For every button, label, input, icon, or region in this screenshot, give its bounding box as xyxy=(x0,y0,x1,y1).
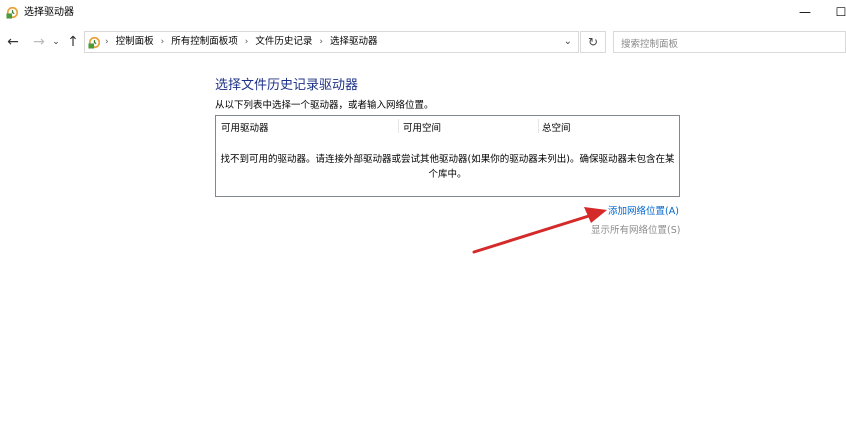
column-header-total-space[interactable]: 总空间 xyxy=(542,120,571,134)
refresh-button[interactable]: ↻ xyxy=(580,31,606,53)
red-arrow-annotation xyxy=(472,207,607,254)
breadcrumb-all-items[interactable]: 所有控制面板项 xyxy=(171,36,238,47)
search-box[interactable] xyxy=(613,31,846,54)
chevron-down-icon[interactable]: ⌄ xyxy=(564,32,572,52)
page-title: 选择文件历史记录驱动器 xyxy=(215,78,359,93)
address-bar[interactable]: › 控制面板 › 所有控制面板项 › 文件历史记录 › 选择驱动器 ⌄ xyxy=(84,31,579,53)
search-input[interactable] xyxy=(621,35,821,54)
minimize-button[interactable]: — xyxy=(790,0,820,26)
recent-locations-button[interactable]: ⌄ xyxy=(50,32,62,52)
breadcrumb-select-drive[interactable]: 选择驱动器 xyxy=(330,36,378,47)
breadcrumb-separator-icon: › xyxy=(319,37,323,47)
empty-message-line: 找不到可用的驱动器。请连接外部驱动器或尝试其他驱动器(如果你的驱动器未列出)。确… xyxy=(220,154,675,165)
breadcrumb-separator-icon: › xyxy=(160,37,165,47)
title-bar: 选择驱动器 — ☐ xyxy=(0,0,846,26)
window-title: 选择驱动器 xyxy=(24,7,74,18)
empty-message-line: 个库中。 xyxy=(428,169,467,180)
maximize-button[interactable]: ☐ xyxy=(826,0,846,26)
file-history-icon xyxy=(6,6,19,19)
back-button[interactable]: ← xyxy=(5,32,21,52)
breadcrumb-control-panel[interactable]: 控制面板 xyxy=(116,36,154,47)
column-divider xyxy=(398,119,399,133)
drive-list[interactable]: 可用驱动器 可用空间 总空间 找不到可用的驱动器。请连接外部驱动器或尝试其他驱动… xyxy=(215,115,680,197)
up-button[interactable]: ↑ xyxy=(65,32,81,52)
add-network-location-link[interactable]: 添加网络位置(A) xyxy=(608,203,679,217)
empty-list-message: 找不到可用的驱动器。请连接外部驱动器或尝试其他驱动器(如果你的驱动器未列出)。确… xyxy=(216,152,679,182)
breadcrumb: › 控制面板 › 所有控制面板项 › 文件历史记录 › 选择驱动器 xyxy=(105,32,378,52)
column-header-available-drives[interactable]: 可用驱动器 xyxy=(221,120,269,134)
column-header-free-space[interactable]: 可用空间 xyxy=(403,120,441,134)
column-divider xyxy=(538,119,539,133)
breadcrumb-separator-icon: › xyxy=(244,37,249,47)
breadcrumb-file-history[interactable]: 文件历史记录 xyxy=(255,36,312,47)
navigation-bar: ← → ⌄ ↑ › 控制面板 › 所有控制面板项 › 文件历史记录 › 选择驱动器 ⌄ ↻ xyxy=(0,28,846,56)
control-panel-icon xyxy=(88,36,101,49)
show-all-network-locations-link[interactable]: 显示所有网络位置(S) xyxy=(591,222,680,236)
instruction-text: 从以下列表中选择一个驱动器，或者输入网络位置。 xyxy=(215,100,434,111)
breadcrumb-separator-icon: › xyxy=(105,37,109,47)
forward-button[interactable]: → xyxy=(31,32,47,52)
